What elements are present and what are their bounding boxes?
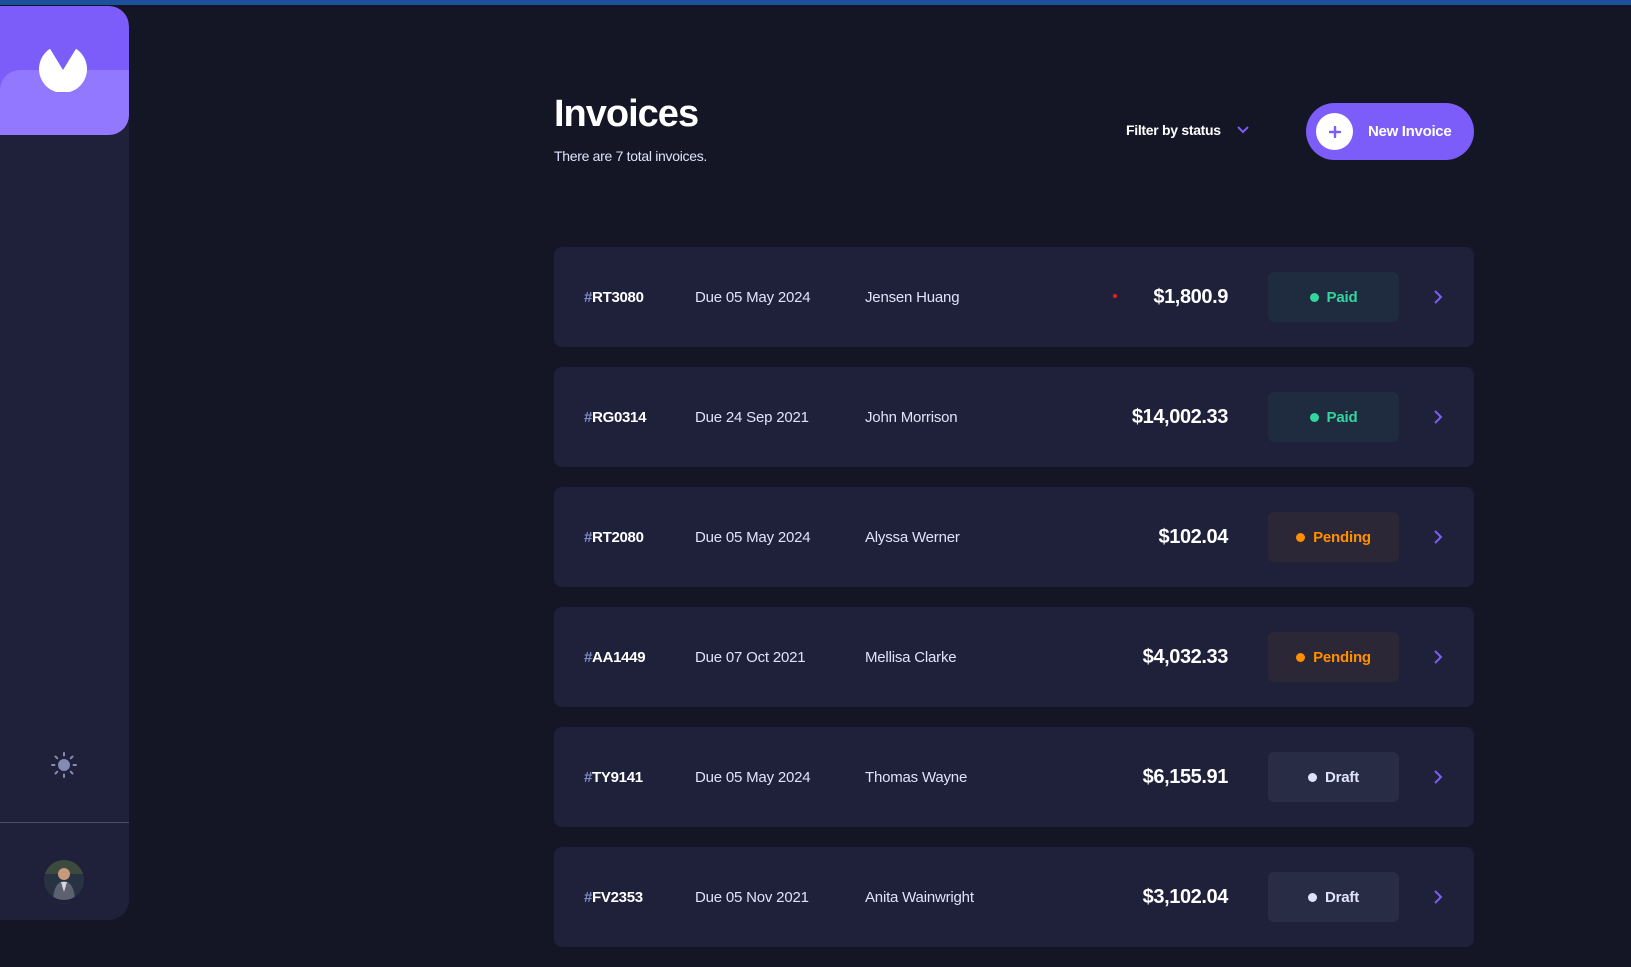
status-badge: Draft (1268, 752, 1399, 802)
invoice-count: There are 7 total invoices. (554, 148, 707, 164)
user-avatar[interactable] (44, 860, 84, 900)
logo[interactable] (0, 6, 129, 135)
invoice-id: # RT2080 (584, 487, 644, 587)
invoice-row[interactable]: # AA1449 Due 07 Oct 2021 Mellisa Clarke $… (554, 607, 1474, 707)
due-date: Due 07 Oct 2021 (695, 648, 806, 666)
status-label: Paid (1326, 288, 1358, 306)
invoice-amount: $6,155.91 (1142, 765, 1229, 788)
client-name: Anita Wainwright (865, 888, 974, 906)
status-dot (1307, 772, 1317, 782)
status-label: Draft (1324, 888, 1359, 906)
status-badge: Pending (1268, 512, 1399, 562)
status-dot (1309, 292, 1319, 302)
invoice-amount: $14,002.33 (1131, 405, 1229, 428)
status-label: Pending (1313, 528, 1371, 546)
invoice-row[interactable]: # FV2353 Due 05 Nov 2021 Anita Wainwright… (554, 847, 1474, 947)
client-name: Alyssa Werner (865, 528, 960, 546)
page-title: Invoices (554, 93, 699, 135)
chevron-right-icon[interactable] (1432, 410, 1444, 424)
invoice-id: # TY9141 (584, 727, 643, 827)
sidebar (0, 6, 129, 920)
due-date: Due 05 May 2024 (695, 528, 811, 546)
hash-symbol: # (584, 288, 593, 306)
status-dot (1307, 892, 1317, 902)
sun-icon[interactable] (50, 751, 78, 779)
status-label: Draft (1324, 768, 1359, 786)
client-name: Thomas Wayne (865, 768, 968, 786)
invoice-row[interactable]: # RT3080 Due 05 May 2024 Jensen Huang $1,… (554, 247, 1474, 347)
chevron-right-icon[interactable] (1432, 290, 1444, 304)
invoice-id-value: RT3080 (592, 288, 644, 306)
hash-symbol: # (584, 408, 593, 426)
hash-symbol: # (584, 768, 593, 786)
invoice-row[interactable]: # TY9141 Due 05 May 2024 Thomas Wayne $6,… (554, 727, 1474, 827)
due-date: Due 05 May 2024 (695, 288, 811, 306)
status-dot (1296, 652, 1306, 662)
due-date: Due 05 Nov 2021 (695, 888, 809, 906)
status-badge: Pending (1268, 632, 1399, 682)
invoice-id-value: RT2080 (592, 528, 644, 546)
filter-label: Filter by status (1126, 122, 1221, 138)
status-badge: Paid (1268, 272, 1399, 322)
status-badge: Paid (1268, 392, 1399, 442)
invoice-id: # RG0314 (584, 367, 646, 467)
invoice-id: # RT3080 (584, 247, 644, 347)
invoice-id-value: RG0314 (592, 408, 647, 426)
sidebar-divider (0, 822, 129, 823)
client-name: Jensen Huang (865, 288, 960, 306)
status-label: Paid (1326, 408, 1358, 426)
status-dot (1309, 412, 1319, 422)
new-invoice-label: New Invoice (1368, 123, 1452, 140)
hash-symbol: # (584, 648, 593, 666)
status-dot (1296, 532, 1306, 542)
invoice-list: # RT3080 Due 05 May 2024 Jensen Huang $1,… (554, 247, 1474, 967)
invoice-id-value: AA1449 (592, 648, 646, 666)
invoice-amount: $4,032.33 (1142, 645, 1229, 668)
chevron-right-icon[interactable] (1432, 890, 1444, 904)
chevron-down-icon (1237, 126, 1249, 134)
invoice-id: # AA1449 (584, 607, 646, 707)
chevron-right-icon[interactable] (1432, 530, 1444, 544)
due-date: Due 05 May 2024 (695, 768, 811, 786)
client-name: Mellisa Clarke (865, 648, 957, 666)
hash-symbol: # (584, 528, 593, 546)
invoice-amount: $3,102.04 (1142, 885, 1229, 908)
invoice-id-value: TY9141 (592, 768, 643, 786)
due-date: Due 24 Sep 2021 (695, 408, 809, 426)
chevron-right-icon[interactable] (1432, 650, 1444, 664)
new-invoice-button[interactable]: New Invoice (1306, 103, 1474, 160)
chevron-right-icon[interactable] (1432, 770, 1444, 784)
invoice-id-value: FV2353 (592, 888, 643, 906)
invoice-row[interactable]: # RG0314 Due 24 Sep 2021 John Morrison $1… (554, 367, 1474, 467)
invoice-id: # FV2353 (584, 847, 643, 947)
logo-icon (39, 48, 87, 92)
invoice-amount: $1,800.9 (1153, 285, 1228, 308)
client-name: John Morrison (865, 408, 958, 426)
status-label: Pending (1313, 648, 1371, 666)
red-dot-marker (1113, 294, 1117, 298)
plus-icon (1316, 113, 1353, 150)
invoice-amount: $102.04 (1158, 525, 1229, 548)
hash-symbol: # (584, 888, 593, 906)
status-badge: Draft (1268, 872, 1399, 922)
invoice-row[interactable]: # RT2080 Due 05 May 2024 Alyssa Werner $1… (554, 487, 1474, 587)
filter-by-status-dropdown[interactable]: Filter by status (1126, 122, 1249, 138)
browser-top-bar (0, 0, 1631, 5)
